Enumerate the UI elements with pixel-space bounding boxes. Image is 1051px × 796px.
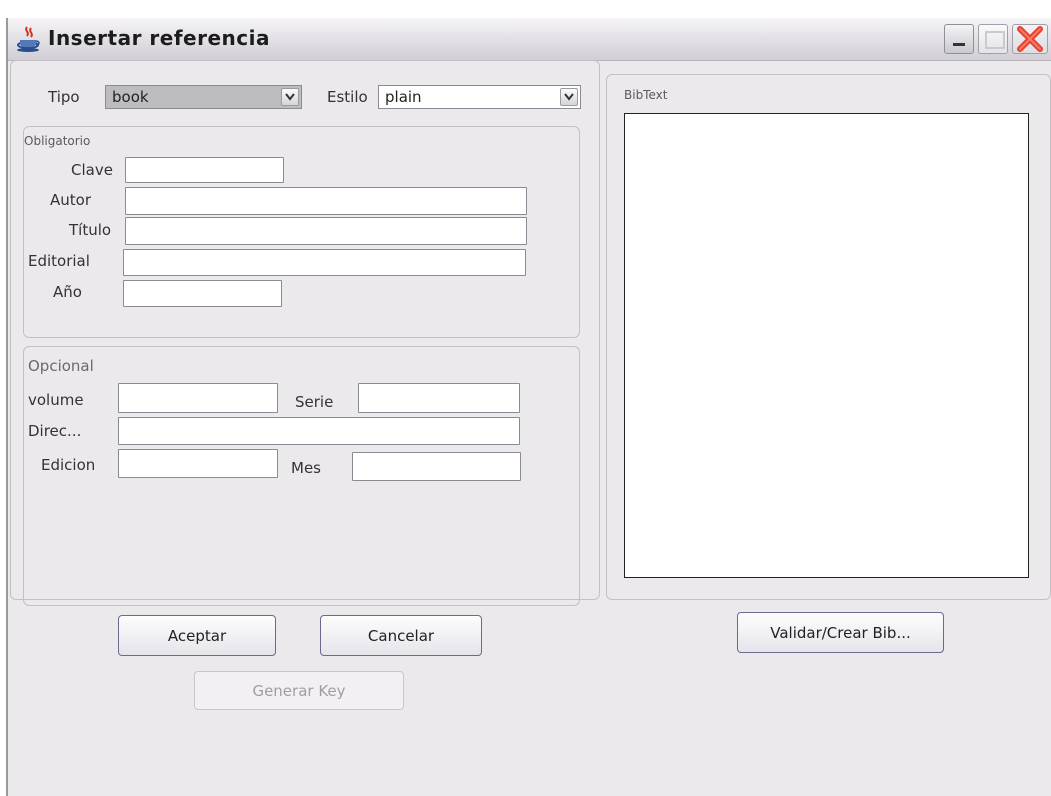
tipo-label: Tipo xyxy=(48,88,80,106)
minimize-button[interactable] xyxy=(944,24,974,54)
direc-label: Direc... xyxy=(28,422,82,440)
anio-field[interactable] xyxy=(123,280,282,307)
titulo-label: Título xyxy=(69,221,112,239)
serie-label: Serie xyxy=(295,393,334,411)
mes-field[interactable] xyxy=(352,452,521,481)
aceptar-button[interactable]: Aceptar xyxy=(118,615,276,656)
clave-field[interactable] xyxy=(125,157,284,183)
clave-label: Clave xyxy=(71,161,113,179)
volume-label: volume xyxy=(28,391,84,409)
tipo-dropdown-button[interactable] xyxy=(281,88,299,106)
titulo-field[interactable] xyxy=(125,217,527,245)
direc-field[interactable] xyxy=(118,417,520,445)
obligatorio-title: Obligatorio xyxy=(24,134,91,148)
edicion-label: Edicion xyxy=(41,456,96,474)
estilo-dropdown-button[interactable] xyxy=(560,88,578,106)
tipo-select[interactable]: book xyxy=(105,85,302,109)
java-cup-icon xyxy=(17,26,40,52)
chevron-down-icon xyxy=(564,93,574,101)
window-title: Insertar referencia xyxy=(48,26,270,50)
dialog-window: Insertar referencia Tipo book Estilo pla… xyxy=(6,18,1051,796)
bibtext-textarea[interactable] xyxy=(624,113,1029,578)
autor-field[interactable] xyxy=(125,187,527,215)
cancelar-button[interactable]: Cancelar xyxy=(320,615,482,656)
maximize-button[interactable] xyxy=(978,24,1008,54)
estilo-selected-value: plain xyxy=(385,88,422,106)
serie-field[interactable] xyxy=(358,383,520,413)
edicion-field[interactable] xyxy=(118,449,278,478)
estilo-label: Estilo xyxy=(327,88,368,106)
tipo-selected-value: book xyxy=(112,88,149,106)
bibtext-title: BibText xyxy=(624,88,668,102)
volume-field[interactable] xyxy=(118,383,278,413)
generar-key-button[interactable]: Generar Key xyxy=(194,671,404,710)
close-button[interactable] xyxy=(1012,24,1048,54)
autor-label: Autor xyxy=(50,191,91,209)
validar-crear-bib-button[interactable]: Validar/Crear Bib... xyxy=(737,612,944,653)
chevron-down-icon xyxy=(285,93,295,101)
title-bar[interactable]: Insertar referencia xyxy=(8,18,1051,61)
mes-label: Mes xyxy=(291,459,321,477)
anio-label: Año xyxy=(53,283,82,301)
editorial-label: Editorial xyxy=(28,252,90,270)
estilo-select[interactable]: plain xyxy=(378,85,581,109)
close-icon xyxy=(1017,26,1043,52)
editorial-field[interactable] xyxy=(123,249,526,276)
opcional-title: Opcional xyxy=(28,357,94,375)
